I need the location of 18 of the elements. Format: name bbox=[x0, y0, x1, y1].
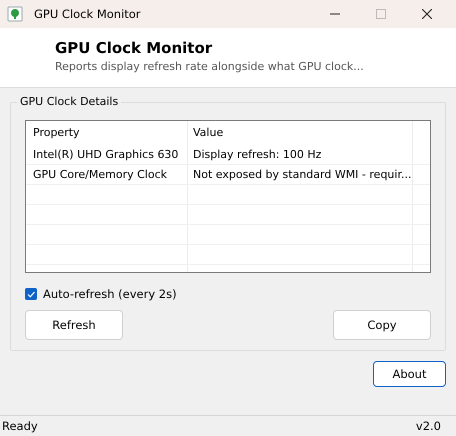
header-title: GPU Clock Monitor bbox=[55, 38, 214, 56]
table-cell: Display refresh: 100 Hz bbox=[188, 145, 413, 164]
table-cell: GPU Core/Memory Clock bbox=[26, 165, 188, 184]
header-subtitle: Reports display refresh rate alongside what GPU clock... bbox=[55, 60, 365, 72]
about-button[interactable]: About bbox=[373, 361, 446, 387]
window-title: GPU Clock Monitor bbox=[34, 7, 141, 21]
table-cell: Not exposed by standard WMI - requir... bbox=[188, 165, 413, 184]
table-cell: Intel(R) UHD Graphics 630 bbox=[26, 145, 188, 164]
status-text: Ready bbox=[2, 419, 38, 433]
refresh-button[interactable]: Refresh bbox=[25, 310, 123, 340]
group-title: GPU Clock Details bbox=[17, 95, 122, 108]
app-icon bbox=[7, 6, 23, 22]
checkbox-label: Auto-refresh (every 2s) bbox=[43, 287, 177, 301]
column-header[interactable]: Value bbox=[188, 121, 413, 145]
close-icon[interactable] bbox=[422, 9, 432, 19]
column-header[interactable]: Property bbox=[26, 121, 188, 145]
version-label: v2.0 bbox=[416, 419, 441, 433]
copy-button[interactable]: Copy bbox=[333, 310, 431, 340]
